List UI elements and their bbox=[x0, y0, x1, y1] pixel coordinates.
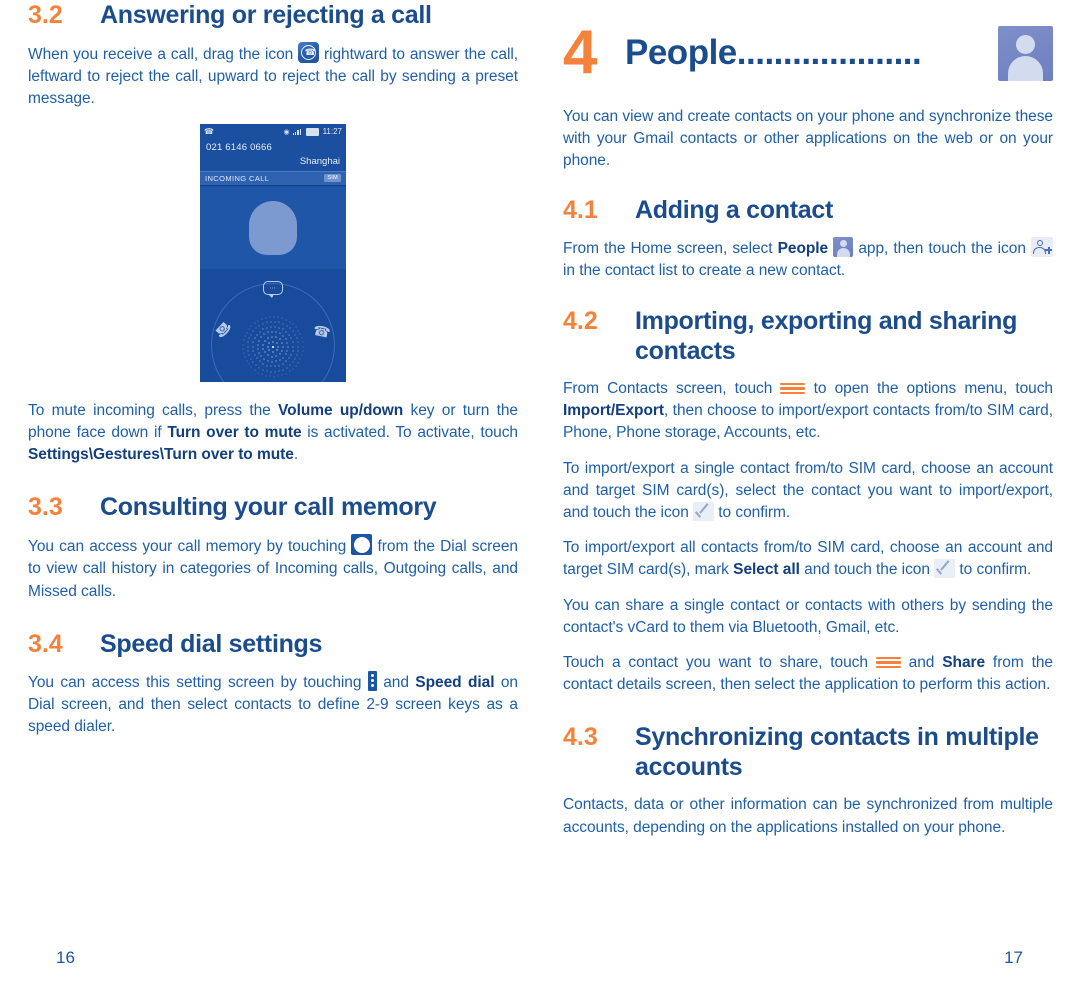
caller-number: 021 6146 0666 bbox=[206, 141, 272, 153]
people-app-icon bbox=[998, 25, 1053, 81]
paragraph-answer-call: When you receive a call, drag the icon ☎… bbox=[28, 42, 518, 111]
overflow-menu-icon bbox=[367, 670, 377, 691]
bold-volume-key: Volume up/down bbox=[278, 401, 404, 419]
people-app-icon bbox=[833, 236, 854, 257]
bold-select-all: Select all bbox=[733, 561, 800, 579]
paragraph-sync-contacts: Contacts, data or other information can … bbox=[563, 796, 1053, 836]
paragraph-adding-contact: From the Home screen, select People app,… bbox=[563, 236, 1053, 282]
section-title: Answering or rejecting a call bbox=[100, 1, 432, 29]
section-number: 4.2 bbox=[563, 307, 598, 336]
bold-people: People bbox=[777, 239, 829, 257]
text-run: To import/export a single contact from/t… bbox=[563, 459, 1053, 522]
answer-call-icon[interactable]: ☎ bbox=[312, 321, 338, 341]
phone-status-bar: ☎ ◉ 11:27 bbox=[200, 123, 346, 140]
chapter-title: People.................... bbox=[625, 33, 990, 73]
bold-speed-dial: Speed dial bbox=[415, 673, 495, 691]
paragraph-import-export-1: From Contacts screen, touch to open the … bbox=[563, 378, 1053, 445]
call-drag-handle[interactable] bbox=[241, 315, 305, 379]
check-icon bbox=[693, 502, 715, 522]
chapter-heading: 4 People.................... bbox=[563, 22, 1053, 84]
check-icon bbox=[934, 559, 956, 579]
section-number: 4.1 bbox=[563, 195, 598, 224]
call-action-area: ⋯ ☎ ☎ bbox=[200, 268, 346, 382]
section-number: 4.3 bbox=[563, 723, 598, 752]
text-run: in the contact list to create a new cont… bbox=[563, 261, 846, 279]
sim-badge: SIM bbox=[324, 174, 341, 183]
paragraph-call-memory: You can access your call memory by touch… bbox=[28, 534, 518, 603]
manual-page-spread: 3.2 Answering or rejecting a call When y… bbox=[0, 0, 1080, 990]
page-number-left: 16 bbox=[56, 948, 75, 967]
text-run: to open the options menu, touch bbox=[805, 380, 1053, 398]
section-number: 3.2 bbox=[28, 1, 63, 29]
text-run: You can access this setting screen by to… bbox=[28, 673, 368, 691]
section-heading-4-2: 4.2 Importing, exporting and sharing con… bbox=[563, 306, 1053, 366]
options-menu-icon bbox=[875, 656, 901, 671]
location-icon: ◉ bbox=[283, 128, 290, 136]
section-number: 3.3 bbox=[28, 493, 63, 522]
bold-settings-path: Settings\Gestures\Turn over to mute bbox=[28, 446, 294, 464]
caller-avatar-area bbox=[200, 186, 346, 269]
section-heading-3-4: 3.4 Speed dial settings bbox=[28, 629, 518, 659]
incoming-call-banner: INCOMING CALL SIM bbox=[200, 170, 346, 186]
chapter-number: 4 bbox=[563, 18, 598, 87]
paragraph-people-intro: You can view and create contacts on your… bbox=[563, 108, 1053, 170]
section-heading-4-3: 4.3 Synchronizing contacts in multiple a… bbox=[563, 722, 1053, 782]
default-contact-avatar bbox=[249, 200, 297, 255]
text-run: You can access your call memory by touch… bbox=[28, 538, 352, 556]
page-number-right: 17 bbox=[1004, 948, 1023, 967]
text-run: Touch a contact you want to share, touch bbox=[563, 654, 876, 672]
section-title: Synchronizing contacts in multiple accou… bbox=[635, 723, 1039, 782]
bold-turn-over-to-mute: Turn over to mute bbox=[167, 423, 302, 441]
section-title: Adding a contact bbox=[635, 195, 833, 224]
chapter-leader-dots: .................... bbox=[736, 33, 922, 72]
add-contact-icon bbox=[1030, 236, 1053, 257]
incoming-call-screenshot: ☎ ◉ 11:27 021 6146 0666 Shanghai INCOMIN… bbox=[200, 123, 346, 382]
clock-icon bbox=[351, 534, 373, 556]
answer-call-icon: ☎ bbox=[298, 42, 320, 63]
bold-share: Share bbox=[942, 654, 986, 672]
signal-bars-icon bbox=[292, 128, 302, 136]
text-run: to confirm. bbox=[955, 561, 1032, 579]
text-run: app, then touch the icon bbox=[853, 239, 1031, 257]
left-page-column: 3.2 Answering or rejecting a call When y… bbox=[28, 0, 518, 990]
text-run: . bbox=[293, 446, 299, 464]
right-page-column: 4 People.................... You can vie… bbox=[563, 0, 1053, 990]
paragraph-share-vcard: You can share a single contact or contac… bbox=[563, 596, 1053, 636]
section-heading-3-2: 3.2 Answering or rejecting a call bbox=[28, 0, 518, 30]
text-run: From the Home screen, select bbox=[563, 239, 778, 257]
paragraph-speed-dial: You can access this setting screen by to… bbox=[28, 670, 518, 739]
section-heading-4-1: 4.1 Adding a contact bbox=[563, 195, 1053, 225]
chapter-title-text: People bbox=[625, 33, 737, 72]
text-run: To mute incoming calls, press the bbox=[28, 401, 279, 419]
paragraph-import-export-2: To import/export a single contact from/t… bbox=[563, 458, 1053, 525]
text-run: When you receive a call, drag the icon bbox=[28, 46, 299, 63]
paragraph-mute-note: To mute incoming calls, press the Volume… bbox=[28, 400, 518, 467]
text-run: From Contacts screen, touch bbox=[563, 380, 781, 398]
text-run: and bbox=[900, 654, 943, 672]
text-run: and bbox=[376, 673, 416, 691]
text-run: to confirm. bbox=[714, 504, 791, 522]
options-menu-icon bbox=[780, 382, 806, 397]
section-title: Importing, exporting and sharing contact… bbox=[635, 307, 1018, 366]
section-title: Speed dial settings bbox=[100, 629, 323, 658]
message-icon-dots: ⋯ bbox=[269, 285, 277, 292]
paragraph-share-contact: Touch a contact you want to share, touch… bbox=[563, 652, 1053, 696]
text-run: is activated. To activate, touch bbox=[301, 423, 518, 441]
phone-handset-icon: ☎ bbox=[204, 127, 214, 137]
status-time: 11:27 bbox=[322, 127, 342, 137]
section-title: Consulting your call memory bbox=[100, 493, 437, 522]
section-heading-3-3: 3.3 Consulting your call memory bbox=[28, 492, 518, 522]
incoming-call-label: INCOMING CALL bbox=[205, 173, 270, 183]
caller-location: Shanghai bbox=[299, 155, 340, 167]
battery-icon bbox=[305, 127, 319, 136]
section-number: 3.4 bbox=[28, 629, 63, 658]
text-run: and touch the icon bbox=[799, 561, 935, 579]
bold-import-export: Import/Export bbox=[563, 402, 664, 420]
paragraph-import-export-3: To import/export all contacts from/to SI… bbox=[563, 537, 1053, 581]
